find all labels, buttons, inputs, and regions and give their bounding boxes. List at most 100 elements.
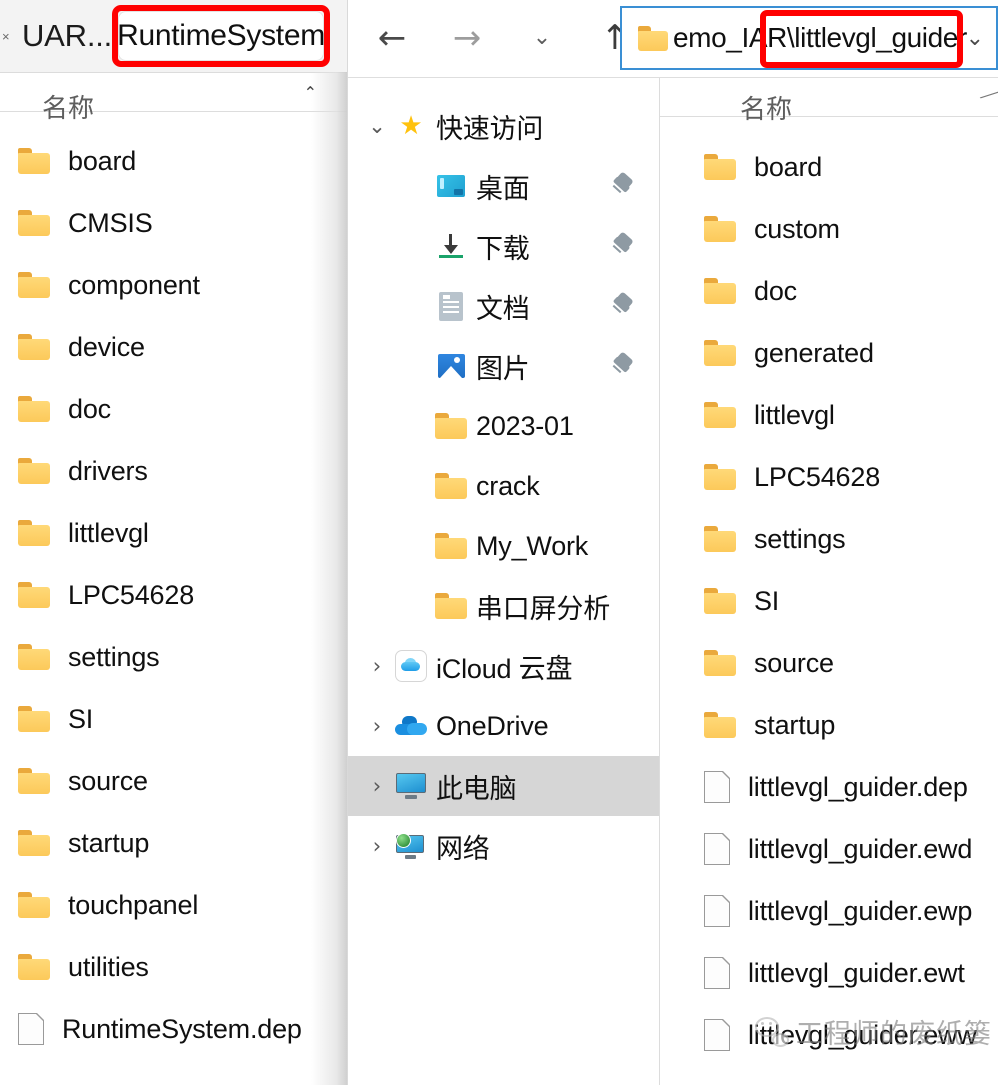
nav-tree-item[interactable]: 文档 [348,276,659,336]
chevron-right-icon[interactable]: › [360,715,394,737]
file-list-item[interactable]: littlevgl_guider.dep [660,756,998,818]
file-list-item[interactable]: littlevgl_guider.eww [660,1004,998,1066]
pin-icon[interactable] [611,231,637,259]
nav-tree-item[interactable]: › 此电脑 [348,756,659,816]
file-list-item[interactable]: littlevgl [0,502,347,564]
file-list-item[interactable]: custom [660,198,998,260]
file-list-item[interactable]: touchpanel [0,874,347,936]
sort-ascending-icon[interactable]: ⌃ [304,85,317,101]
file-list-item[interactable]: generated [660,322,998,384]
folder-icon [434,411,468,441]
file-list-item[interactable]: littlevgl_guider.ewp [660,880,998,942]
file-list-item-label: doc [68,393,111,424]
chevron-right-icon[interactable]: › [360,835,394,857]
file-list-item-label: device [68,331,145,362]
file-icon [704,770,731,803]
nav-tree-item[interactable]: ⌄ ★ 快速访问 [348,96,659,156]
nav-tree-item[interactable]: crack [348,456,659,516]
nav-tree-item[interactable]: 串口屏分析 [348,576,659,636]
folder-icon [434,471,468,501]
file-list-item-label: component [68,269,200,300]
file-list-item[interactable]: CMSIS [0,192,347,254]
file-list-item[interactable]: SI [660,570,998,632]
address-bar[interactable]: emo_IAR\littlevgl_guider ⌄ [620,6,998,70]
file-list-item-label: littlevgl_guider.ewp [748,895,973,926]
file-list-item-label: SI [754,585,780,616]
close-icon[interactable]: × [2,30,10,43]
file-list-item[interactable]: startup [0,812,347,874]
file-list-item[interactable]: littlevgl [660,384,998,446]
chevron-down-icon[interactable]: ⌄ [360,115,394,137]
file-list-item[interactable]: drivers [0,440,347,502]
file-list-item[interactable]: component [0,254,347,316]
file-list-item-label: littlevgl [68,517,149,548]
nav-tree-item[interactable]: 2023-01 [348,396,659,456]
nav-tree-item[interactable]: My_Work [348,516,659,576]
file-list-item[interactable]: LPC54628 [660,446,998,508]
folder-icon [704,402,736,428]
folder-icon [18,706,50,732]
right-column-header-name[interactable]: 名称 [740,89,792,126]
folder-icon [704,278,736,304]
tab-runtimesystem[interactable]: RuntimeSystem [117,12,325,60]
file-list-item-label: generated [754,337,874,368]
address-dropdown-icon[interactable]: ⌄ [966,26,984,51]
file-list-item[interactable]: settings [660,508,998,570]
file-list-item[interactable]: doc [660,260,998,322]
file-list-item[interactable]: LPC54628 [0,564,347,626]
file-list-item[interactable]: utilities [0,936,347,998]
forward-arrow-icon: → [452,18,482,58]
file-list-item[interactable]: SI [0,688,347,750]
recent-locations-button[interactable]: ⌄ [518,14,566,62]
nav-tree-item-label: 图片 [476,353,530,384]
file-list-item-label: board [68,145,137,176]
folder-icon [18,644,50,670]
file-list-item[interactable]: settings [0,626,347,688]
left-column-header-name[interactable]: 名称 [42,88,94,125]
tab-runtimesystem-label: RuntimeSystem [117,19,325,52]
nav-tree-item[interactable]: 图片 [348,336,659,396]
network-icon [394,831,428,861]
file-list-item[interactable]: board [660,136,998,198]
folder-icon [18,520,50,546]
nav-tree-item[interactable]: 桌面 [348,156,659,216]
file-list-item[interactable]: littlevgl_guider.ewt [660,942,998,1004]
file-content-pane: ╱ 名称 board custom doc generated littlevgl LPC… [660,78,998,1085]
file-list-item[interactable]: board [0,130,347,192]
file-list-item[interactable]: doc [0,378,347,440]
nav-tree-item[interactable]: › iCloud 云盘 [348,636,659,696]
folder-icon [434,591,468,621]
file-list-item[interactable]: littlevgl_guider.ewd [660,818,998,880]
folder-icon [704,588,736,614]
file-list-item-label: littlevgl_guider.eww [748,1019,977,1050]
folder-icon [704,464,736,490]
file-list-item[interactable]: source [0,750,347,812]
left-file-list: board CMSIS component device doc drivers littl… [0,130,347,1085]
folder-icon [18,582,50,608]
folder-icon [638,25,668,51]
file-list-item[interactable]: RuntimeSystem.dep [0,998,347,1060]
file-list-item-label: CMSIS [68,207,153,238]
nav-tree-item[interactable]: › OneDrive [348,696,659,756]
tab-uar[interactable]: UAR... [22,18,112,54]
file-list-item[interactable]: startup [660,694,998,756]
pin-icon[interactable] [611,291,637,319]
back-button[interactable]: ← [368,14,416,62]
downloads-icon [434,231,468,261]
pin-icon[interactable] [611,351,637,379]
icloud-icon [394,650,428,682]
folder-icon [704,650,736,676]
file-list-item[interactable]: device [0,316,347,378]
right-file-list: board custom doc generated littlevgl LPC54628… [660,136,998,1085]
pin-icon[interactable] [611,171,637,199]
column-resize-grip-icon[interactable]: ╱ [980,85,998,104]
nav-tree-item[interactable]: 下载 [348,216,659,276]
forward-button[interactable]: → [443,14,491,62]
chevron-right-icon[interactable]: › [360,655,394,677]
nav-tree-item[interactable]: › 网络 [348,816,659,876]
file-list-item[interactable]: source [660,632,998,694]
chevron-right-icon[interactable]: › [360,775,394,797]
